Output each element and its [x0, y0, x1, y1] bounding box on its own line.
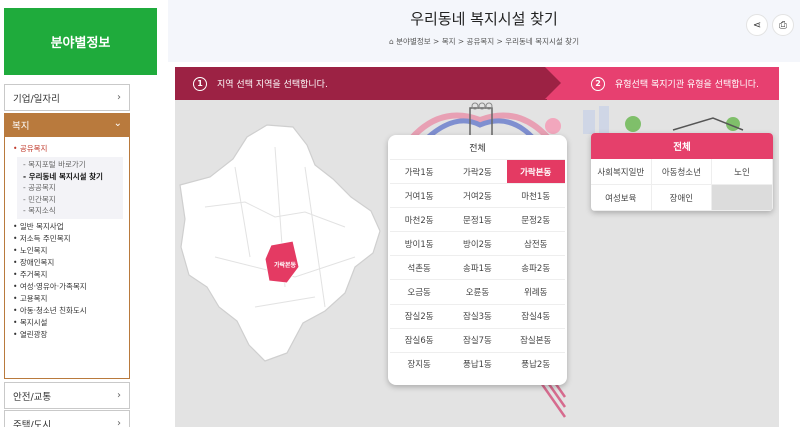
step2-number: 2 — [591, 76, 605, 91]
print-button[interactable]: ⎙ — [772, 14, 794, 36]
submenu-low-income[interactable]: • 저소득 주민복지 — [13, 233, 129, 245]
region-panel: 전체 가락1동 가락2동 가락본동 거여1동 거여2동 마천1동 마천2동 문정… — [388, 135, 567, 385]
region-option[interactable]: 가락2동 — [448, 159, 507, 183]
skyline-illustration-right — [545, 106, 744, 134]
breadcrumb-text: 분야별정보 > 복지 > 공유복지 > 우리동네 복지시설 찾기 — [396, 37, 579, 46]
region-option[interactable]: 송파1동 — [448, 255, 507, 279]
submenu-welfare-news[interactable]: - 복지소식 — [23, 205, 123, 217]
type-option[interactable]: 여성보육 — [591, 185, 652, 211]
region-all-button[interactable]: 전체 — [388, 141, 567, 154]
region-option[interactable]: 잠실3동 — [448, 303, 507, 328]
submenu-facilities[interactable]: • 복지시설 — [13, 317, 129, 329]
submenu-shared-welfare[interactable]: • 공유복지 — [13, 143, 129, 155]
submenu-find-facility[interactable]: - 우리동네 복지시설 찾기 — [23, 171, 123, 183]
sidebar-item-label: 복지 — [12, 121, 30, 132]
sidebar-item-housing[interactable]: 주택/도시 › — [4, 410, 130, 427]
type-panel: 전체 사회복지일반 아동청소년 노인 여성보육 장애인 — [591, 133, 773, 211]
district-map — [179, 124, 381, 362]
region-option[interactable]: 잠실본동 — [506, 327, 565, 352]
map-selected-label: 가락본동 — [274, 262, 297, 269]
chevron-right-icon: › — [117, 390, 121, 401]
region-option[interactable]: 송파2동 — [506, 255, 565, 279]
region-option[interactable]: 방이1동 — [390, 231, 449, 255]
sidebar-item-label: 안전/교통 — [13, 391, 52, 403]
type-option-empty — [712, 185, 773, 211]
share-button[interactable]: ⋖ — [746, 14, 768, 36]
page-header: 우리동네 복지시설 찾기 ⌂ 분야별정보 > 복지 > 공유복지 > 우리동네 … — [168, 0, 800, 62]
submenu-general[interactable]: • 일반 복지사업 — [13, 221, 129, 233]
sidebar-title: 분야별정보 — [4, 8, 157, 75]
region-option[interactable]: 마천2동 — [390, 207, 449, 231]
step1-label: 지역 선택 지역을 선택합니다. — [217, 80, 328, 90]
region-option[interactable]: 오금동 — [390, 279, 449, 303]
type-option[interactable]: 아동청소년 — [651, 159, 713, 185]
submenu-private-welfare[interactable]: - 민간복지 — [23, 194, 123, 206]
sidebar-item-business[interactable]: 기업/일자리 › — [4, 84, 130, 111]
type-all-button[interactable]: 전체 — [591, 133, 773, 159]
page: 분야별정보 기업/일자리 › 복지 ⌄ • 공유복지 - 복지포털 바로가기 -… — [0, 0, 800, 427]
region-option[interactable]: 오륜동 — [448, 279, 507, 303]
step1-band: 1 지역 선택 지역을 선택합니다. — [175, 67, 560, 100]
share-icon: ⋖ — [752, 19, 762, 31]
page-title: 우리동네 복지시설 찾기 — [410, 10, 558, 28]
step2-label: 유형선택 복지기관 유형을 선택합니다. — [615, 80, 759, 90]
region-option[interactable]: 풍납1동 — [448, 351, 507, 376]
submenu-elderly[interactable]: • 노인복지 — [13, 245, 129, 257]
submenu-open-square[interactable]: • 열린광장 — [13, 329, 129, 341]
breadcrumb: ⌂ 분야별정보 > 복지 > 공유복지 > 우리동네 복지시설 찾기 — [168, 36, 800, 47]
submenu-women-family[interactable]: • 여성·영유아·가족복지 — [13, 281, 129, 293]
step2-band: 2 유형선택 복지기관 유형을 선택합니다. — [547, 67, 779, 100]
submenu-child-friendly[interactable]: • 아동·청소년 친화도시 — [13, 305, 129, 317]
step-arrow — [545, 67, 561, 99]
region-option[interactable]: 방이2동 — [448, 231, 507, 255]
sidebar-item-safety[interactable]: 안전/교통 › — [4, 382, 130, 409]
region-option[interactable]: 마천1동 — [506, 183, 565, 207]
home-icon[interactable]: ⌂ — [389, 37, 394, 46]
chevron-right-icon: › — [117, 418, 121, 427]
region-option[interactable]: 문정1동 — [448, 207, 507, 231]
submenu-portal[interactable]: - 복지포털 바로가기 — [23, 159, 123, 171]
sidebar-item-label: 주택/도시 — [13, 419, 52, 427]
region-option[interactable]: 잠실4동 — [506, 303, 565, 328]
type-option[interactable]: 노인 — [712, 159, 773, 185]
type-option[interactable]: 장애인 — [651, 185, 713, 211]
submenu-public-welfare[interactable]: - 공공복지 — [23, 182, 123, 194]
region-option[interactable]: 삼전동 — [506, 231, 565, 255]
submenu-housing[interactable]: • 주거복지 — [13, 269, 129, 281]
sidebar: 분야별정보 기업/일자리 › 복지 ⌄ • 공유복지 - 복지포털 바로가기 -… — [0, 0, 168, 427]
search-area: 1 지역 선택 지역을 선택합니다. 2 유형선택 복지기관 유형을 선택합니다… — [175, 67, 779, 427]
submenu-disabled[interactable]: • 장애인복지 — [13, 257, 129, 269]
region-option[interactable]: 거여1동 — [390, 183, 449, 207]
region-option[interactable]: 거여2동 — [448, 183, 507, 207]
region-option[interactable]: 장지동 — [390, 351, 449, 376]
region-option[interactable]: 잠실6동 — [390, 327, 449, 352]
welfare-submenu: • 공유복지 - 복지포털 바로가기 - 우리동네 복지시설 찾기 - 공공복지… — [4, 137, 130, 379]
region-option[interactable]: 문정2동 — [506, 207, 565, 231]
type-grid: 사회복지일반 아동청소년 노인 여성보육 장애인 — [591, 159, 773, 211]
region-option[interactable]: 가락1동 — [390, 159, 449, 183]
print-icon: ⎙ — [779, 19, 787, 31]
region-option[interactable]: 잠실7동 — [448, 327, 507, 352]
chevron-right-icon: › — [117, 92, 121, 103]
region-option[interactable]: 잠실2동 — [390, 303, 449, 328]
region-option[interactable]: 풍납2동 — [506, 351, 565, 376]
step1-number: 1 — [193, 76, 207, 91]
region-option-selected[interactable]: 가락본동 — [506, 159, 565, 184]
sidebar-item-welfare[interactable]: 복지 ⌄ — [4, 113, 130, 137]
chevron-down-icon: ⌄ — [113, 118, 122, 129]
region-option[interactable]: 위례동 — [506, 279, 565, 303]
submenu-employment[interactable]: • 고용복지 — [13, 293, 129, 305]
region-grid: 가락1동 가락2동 가락본동 거여1동 거여2동 마천1동 마천2동 문정1동 … — [390, 159, 565, 376]
submenu-shared-welfare-children: - 복지포털 바로가기 - 우리동네 복지시설 찾기 - 공공복지 - 민간복지… — [17, 157, 123, 219]
region-option[interactable]: 석촌동 — [390, 255, 449, 279]
type-option[interactable]: 사회복지일반 — [591, 159, 652, 185]
sidebar-item-label: 기업/일자리 — [13, 93, 60, 105]
